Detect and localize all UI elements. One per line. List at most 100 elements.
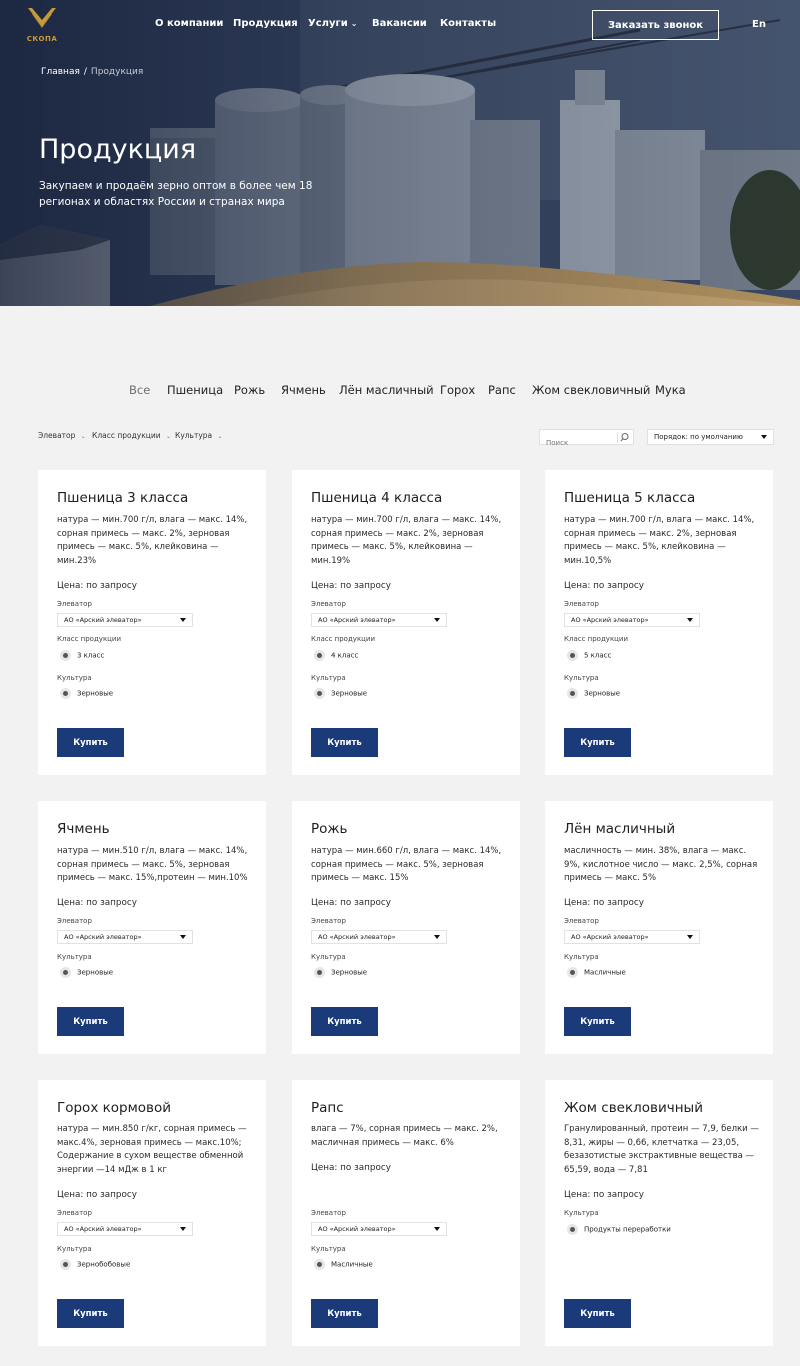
- product-title: Ячмень: [57, 821, 110, 837]
- culture-radio[interactable]: Зернобобовые: [60, 1259, 130, 1270]
- elevator-select[interactable]: АО «Арский элеватор»: [57, 930, 193, 944]
- buy-button[interactable]: Купить: [57, 728, 124, 757]
- elevator-select[interactable]: АО «Арский элеватор»: [311, 613, 447, 627]
- logo-text: СКОПА: [26, 35, 58, 43]
- culture-radio[interactable]: Масличные: [567, 967, 626, 978]
- tab-wheat[interactable]: Пшеница: [167, 383, 223, 397]
- culture-label: Культура: [564, 674, 599, 682]
- nav-item-vacancies[interactable]: Вакансии: [372, 18, 427, 29]
- class-radio-label: 3 класс: [77, 651, 105, 660]
- buy-button[interactable]: Купить: [311, 728, 378, 757]
- order-call-button[interactable]: Заказать звонок: [592, 10, 719, 40]
- elevator-select-value: АО «Арский элеватор»: [318, 933, 396, 941]
- class-radio[interactable]: 4 класс: [314, 650, 358, 661]
- radio-selected-icon: [567, 650, 578, 661]
- logo[interactable]: СКОПА: [26, 4, 58, 46]
- buy-button[interactable]: Купить: [57, 1007, 124, 1036]
- nav-item-products[interactable]: Продукция: [233, 18, 298, 29]
- chevron-down-icon: ⌄: [350, 19, 358, 28]
- elevator-label: Элеватор: [57, 917, 92, 925]
- product-price: Цена: по запросу: [564, 581, 644, 591]
- elevator-select-value: АО «Арский элеватор»: [318, 1225, 396, 1233]
- culture-label: Культура: [57, 953, 92, 961]
- class-radio[interactable]: 3 класс: [60, 650, 104, 661]
- tab-rye[interactable]: Рожь: [234, 383, 265, 397]
- product-title: Пшеница 4 класса: [311, 490, 443, 506]
- tab-all[interactable]: Все: [129, 383, 150, 397]
- culture-radio[interactable]: Масличные: [314, 1259, 373, 1270]
- product-price: Цена: по запросу: [311, 581, 391, 591]
- radio-selected-icon: [60, 688, 71, 699]
- culture-radio[interactable]: Продукты переработки: [567, 1224, 671, 1235]
- search-input[interactable]: [540, 436, 614, 450]
- elevator-select[interactable]: АО «Арский элеватор»: [311, 930, 447, 944]
- filter-elevator-label: Элеватор: [38, 431, 76, 440]
- product-price: Цена: по запросу: [564, 898, 644, 908]
- chevron-down-icon: ⌄: [80, 433, 86, 440]
- elevator-label: Элеватор: [311, 600, 346, 608]
- tab-beet-pulp[interactable]: Жом свекловичный: [532, 383, 650, 397]
- product-title: Рапс: [311, 1100, 344, 1116]
- filter-elevator[interactable]: Элеватор ⌄: [38, 431, 86, 440]
- product-description: натура — мин.700 г/л, влага — макс. 14%,…: [564, 515, 755, 566]
- category-tabs: Все Пшеница Рожь Ячмень Лён масличный Го…: [0, 383, 800, 399]
- buy-button[interactable]: Купить: [564, 728, 631, 757]
- class-radio-label: 5 класс: [584, 651, 612, 660]
- elevator-select[interactable]: АО «Арский элеватор»: [57, 613, 193, 627]
- radio-selected-icon: [567, 688, 578, 699]
- nav-item-contacts[interactable]: Контакты: [440, 18, 496, 29]
- breadcrumb-home[interactable]: Главная: [41, 67, 80, 77]
- elevator-select-value: АО «Арский элеватор»: [64, 933, 142, 941]
- elevator-select-value: АО «Арский элеватор»: [571, 933, 649, 941]
- dropdown-arrow-icon: [434, 1227, 440, 1231]
- elevator-select-value: АО «Арский элеватор»: [64, 1225, 142, 1233]
- culture-radio[interactable]: Зерновые: [314, 967, 367, 978]
- culture-radio-label: Масличные: [331, 1260, 373, 1269]
- dropdown-arrow-icon: [180, 1227, 186, 1231]
- product-price: Цена: по запросу: [57, 1190, 137, 1200]
- tab-rapeseed[interactable]: Рапс: [488, 383, 516, 397]
- culture-radio[interactable]: Зерновые: [567, 688, 620, 699]
- culture-label: Культура: [311, 953, 346, 961]
- buy-button[interactable]: Купить: [564, 1299, 631, 1328]
- culture-label: Культура: [57, 674, 92, 682]
- elevator-label: Элеватор: [564, 600, 599, 608]
- tab-flour[interactable]: Мука: [655, 383, 686, 397]
- class-radio[interactable]: 5 класс: [567, 650, 611, 661]
- elevator-select[interactable]: АО «Арский элеватор»: [311, 1222, 447, 1236]
- sort-select[interactable]: Порядок: по умолчанию: [647, 429, 774, 445]
- buy-button[interactable]: Купить: [57, 1299, 124, 1328]
- tab-barley[interactable]: Ячмень: [281, 383, 326, 397]
- culture-radio[interactable]: Зерновые: [60, 688, 113, 699]
- product-description: натура — мин.510 г/л, влага — макс. 14%,…: [57, 846, 248, 883]
- culture-label: Культура: [57, 1245, 92, 1253]
- class-label: Класс продукции: [564, 635, 629, 643]
- search-icon[interactable]: [617, 432, 631, 443]
- elevator-select[interactable]: АО «Арский элеватор»: [564, 613, 700, 627]
- radio-selected-icon: [314, 967, 325, 978]
- product-price: Цена: по запросу: [564, 1190, 644, 1200]
- language-switch[interactable]: En: [752, 19, 766, 30]
- tab-peas[interactable]: Горох: [440, 383, 475, 397]
- radio-selected-icon: [60, 1259, 71, 1270]
- culture-label: Культура: [564, 1209, 599, 1217]
- elevator-label: Элеватор: [564, 917, 599, 925]
- culture-radio-label: Зерновые: [584, 689, 621, 698]
- culture-radio-label: Зерновые: [77, 689, 114, 698]
- buy-button[interactable]: Купить: [564, 1007, 631, 1036]
- filter-product-class[interactable]: Класс продукции ⌄: [92, 431, 171, 440]
- dropdown-arrow-icon: [687, 618, 693, 622]
- elevator-label: Элеватор: [57, 600, 92, 608]
- buy-button[interactable]: Купить: [311, 1007, 378, 1036]
- buy-button[interactable]: Купить: [311, 1299, 378, 1328]
- elevator-select[interactable]: АО «Арский элеватор»: [57, 1222, 193, 1236]
- culture-radio[interactable]: Зерновые: [314, 688, 367, 699]
- elevator-select[interactable]: АО «Арский элеватор»: [564, 930, 700, 944]
- culture-label: Культура: [311, 674, 346, 682]
- product-title: Горох кормовой: [57, 1100, 172, 1116]
- nav-item-services[interactable]: Услуги ⌄: [308, 18, 357, 29]
- filter-culture[interactable]: Культура ⌄: [175, 431, 223, 440]
- tab-flax[interactable]: Лён масличный: [339, 383, 434, 397]
- nav-item-about[interactable]: О компании: [155, 18, 223, 29]
- culture-radio[interactable]: Зерновые: [60, 967, 113, 978]
